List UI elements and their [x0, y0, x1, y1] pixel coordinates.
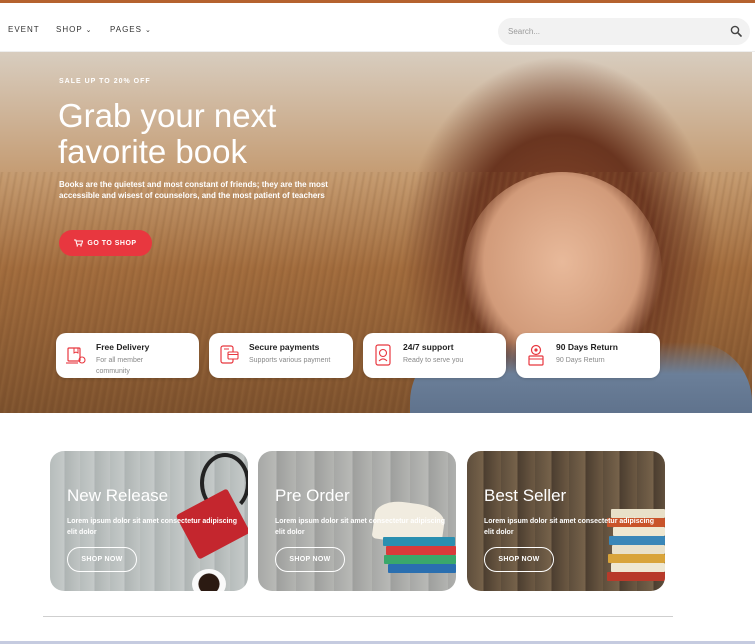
hero-description: Books are the quietest and most constant… [59, 180, 328, 200]
hero-eyebrow: SALE UP TO 20% OFF [59, 78, 151, 85]
book-stack-item [608, 554, 665, 563]
feature-subtitle: Ready to serve you [403, 357, 464, 364]
book-stack-item [612, 545, 665, 554]
feature-subtitle: For all member community [96, 357, 144, 375]
category-description: Lorem ipsum dolor sit amet consectetur a… [275, 518, 445, 536]
book-stack-item [388, 564, 456, 573]
search-input[interactable] [498, 18, 723, 45]
category-title: Pre Order [275, 486, 350, 505]
category-card-new-release[interactable]: New Release Lorem ipsum dolor sit amet c… [50, 451, 248, 591]
hero-banner: SALE UP TO 20% OFF Grab your next favori… [0, 52, 752, 413]
category-description: Lorem ipsum dolor sit amet consectetur a… [484, 518, 654, 536]
chevron-down-icon: ⌄ [144, 27, 152, 34]
book-stack-item [611, 563, 665, 572]
nav-item-shop[interactable]: SHOP ⌄ [56, 25, 93, 34]
feature-title: 24/7 support [403, 342, 454, 352]
shop-now-button[interactable]: SHOP NOW [275, 547, 345, 572]
support-icon [375, 344, 391, 366]
book-stack-item [384, 555, 456, 564]
feature-subtitle: 90 Days Return [556, 357, 605, 364]
payment-icon [220, 345, 239, 364]
shop-now-button[interactable]: SHOP NOW [484, 547, 554, 572]
feature-title: Secure payments [249, 342, 320, 352]
top-nav: EVENT SHOP ⌄ PAGES ⌄ [0, 3, 755, 52]
category-title: New Release [67, 486, 169, 505]
go-to-shop-label: GO TO SHOP [87, 239, 137, 247]
category-card-pre-order[interactable]: Pre Order Lorem ipsum dolor sit amet con… [258, 451, 456, 591]
return-icon [528, 344, 544, 366]
book-stack-item [607, 572, 665, 581]
feature-card-support: 24/7 support Ready to serve you [363, 333, 506, 378]
nav-item-label: EVENT [8, 25, 40, 34]
feature-card-payments: Secure payments Supports various payment [209, 333, 353, 378]
category-card-best-seller[interactable]: Best Seller Lorem ipsum dolor sit amet c… [467, 451, 665, 591]
feature-title: Free Delivery [96, 342, 150, 352]
hero-title: Grab your next favorite book [58, 97, 277, 170]
coffee-cup-illustration [192, 569, 226, 591]
category-description: Lorem ipsum dolor sit amet consectetur a… [67, 518, 237, 536]
delivery-icon [66, 347, 86, 364]
nav-item-pages[interactable]: PAGES ⌄ [110, 25, 152, 34]
feature-title: 90 Days Return [556, 342, 618, 352]
go-to-shop-button[interactable]: GO TO SHOP [59, 230, 152, 256]
feature-card-delivery: Free Delivery For all member community [56, 333, 199, 378]
section-divider [43, 616, 673, 617]
search-icon[interactable] [730, 25, 742, 37]
cart-icon [74, 239, 84, 247]
book-stack-item [383, 537, 455, 546]
category-title: Best Seller [484, 486, 567, 505]
shop-now-button[interactable]: SHOP NOW [67, 547, 137, 572]
search-bar [498, 18, 750, 45]
feature-subtitle: Supports various payment [249, 357, 331, 364]
feature-card-return: 90 Days Return 90 Days Return [516, 333, 660, 378]
nav-item-label: SHOP [56, 25, 83, 34]
book-stack-item [386, 546, 456, 555]
chevron-down-icon: ⌄ [85, 27, 93, 34]
nav-item-event[interactable]: EVENT [8, 25, 40, 34]
nav-item-label: PAGES [110, 25, 142, 34]
